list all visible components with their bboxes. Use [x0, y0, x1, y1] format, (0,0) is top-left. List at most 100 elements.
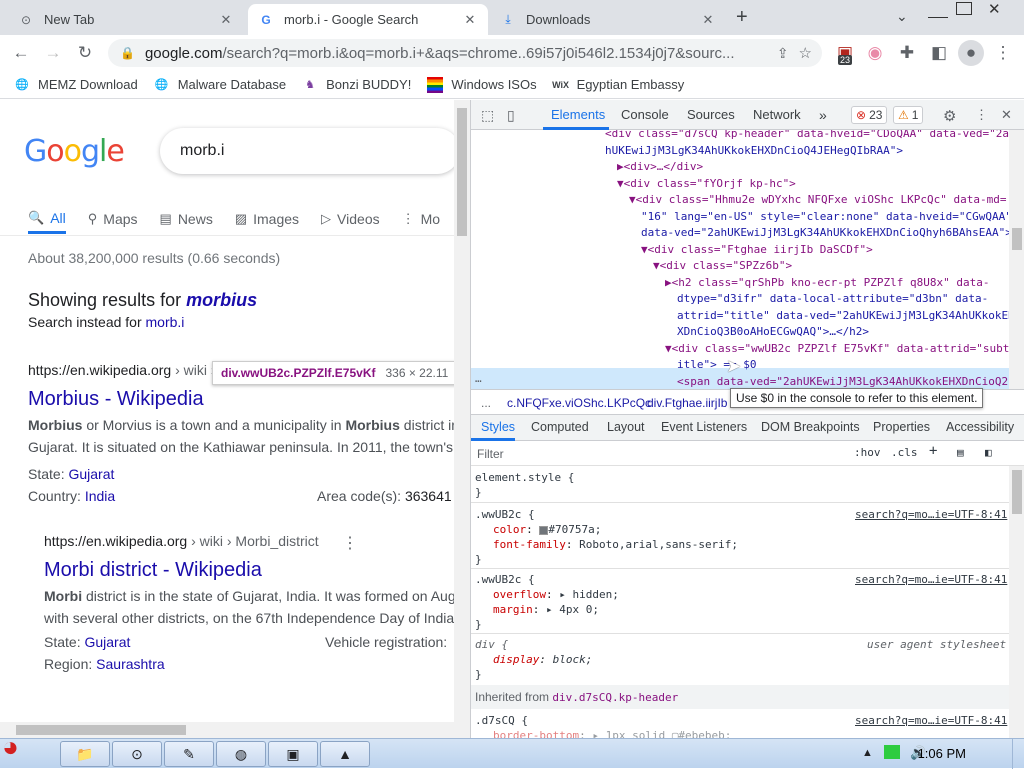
tray-expand-icon[interactable]: ▲: [862, 747, 873, 759]
tab-videos[interactable]: ▷ Videos: [321, 204, 380, 234]
dom-node-line[interactable]: ▶<div>…</div>: [617, 159, 703, 175]
rule-source-link[interactable]: search?q=mo…ie=UTF-8:41: [855, 507, 1007, 522]
result-url[interactable]: https://en.wikipedia.org › wiki › Morbi_…: [44, 533, 319, 549]
tab-downloads[interactable]: ⤓ Downloads ✕: [490, 4, 726, 35]
dom-node-line[interactable]: ▼<div class="fYOrjf kp-hc">: [617, 176, 796, 192]
bookmark-star-icon[interactable]: ☆: [799, 44, 812, 62]
new-tab-icon[interactable]: +: [736, 6, 748, 29]
page-vertical-scrollbar[interactable]: [454, 100, 470, 738]
share-icon[interactable]: ⇪: [777, 45, 789, 62]
side-panel-icon[interactable]: ◧: [926, 40, 952, 66]
dom-node-line[interactable]: ▼<div class="SPZz6b">: [653, 258, 792, 274]
dom-node-line[interactable]: ▼<div class="Hhmu2e wDYxhc NFQFxe viOShc…: [629, 192, 1007, 208]
profile-avatar-icon[interactable]: ●: [958, 40, 984, 66]
menu-kebab-icon[interactable]: ⋮: [990, 40, 1016, 66]
close-tab-icon[interactable]: ✕: [700, 12, 716, 28]
tab-news[interactable]: ▤ News: [160, 204, 213, 234]
bookmark-malware-db[interactable]: 🌐 Malware Database: [154, 77, 286, 93]
fact-link[interactable]: Gujarat: [84, 634, 130, 650]
computed-styles-icon[interactable]: ▤: [957, 446, 964, 459]
fact-link[interactable]: India: [85, 488, 115, 504]
search-input[interactable]: morb.i: [160, 128, 460, 174]
close-tab-icon[interactable]: ✕: [218, 12, 234, 28]
dom-node-line[interactable]: ▶<h2 class="qrShPb kno-ecr-pt PZPZlf q8U…: [665, 275, 990, 291]
devtools-tab-sources[interactable]: Sources: [687, 107, 735, 122]
tab-maps[interactable]: ⚲ Maps: [88, 204, 138, 234]
bookmark-bonzi[interactable]: ♞ Bonzi BUDDY!: [302, 77, 411, 93]
taskbar-tool-icon[interactable]: ✎: [164, 741, 214, 767]
dom-scrollbar[interactable]: [1009, 130, 1024, 392]
corrected-term-link[interactable]: morbius: [186, 290, 257, 310]
address-bar[interactable]: 🔒 google.com/search?q=morb.i&oq=morb.i+&…: [108, 39, 822, 67]
dom-node-line[interactable]: "16" lang="en-US" style="clear:none" dat…: [641, 209, 1009, 225]
tab-more[interactable]: ⋮ Mo: [402, 204, 440, 234]
close-devtools-icon[interactable]: ✕: [1001, 107, 1012, 123]
scroll-thumb[interactable]: [1012, 470, 1022, 514]
tab-accessibility[interactable]: Accessibility: [946, 420, 1014, 434]
dom-node-line[interactable]: <div class="d7sCQ kp-header" data-hveid=…: [605, 130, 1009, 142]
taskbar-chrome-icon[interactable]: ⊙: [112, 741, 162, 767]
restore-icon[interactable]: [956, 2, 972, 15]
result-menu-icon[interactable]: ⋮: [342, 533, 358, 553]
breadcrumb-item[interactable]: div.Ftghae.iirjIb: [647, 396, 727, 410]
warnings-badge[interactable]: ⚠ 1: [893, 106, 924, 124]
more-tabs-chevron-icon[interactable]: »: [819, 107, 827, 123]
forward-icon[interactable]: →: [40, 40, 66, 66]
device-toolbar-icon[interactable]: ▯: [507, 107, 515, 124]
tab-search-icon[interactable]: ⌄: [896, 8, 908, 25]
cls-toggle[interactable]: .cls: [891, 446, 918, 459]
bookmark-windows-isos[interactable]: Windows ISOs: [427, 76, 537, 93]
tab-google-search[interactable]: G morb.i - Google Search ✕: [248, 4, 488, 35]
node-ellipsis-icon[interactable]: …: [475, 372, 482, 385]
rule-selector[interactable]: .d7sCQ {: [475, 713, 528, 728]
dom-node-line[interactable]: dtype="d3ifr" data-local-attribute="d3bn…: [677, 291, 988, 307]
dom-node-line[interactable]: data-ved="2ahUKEwiJjM3LgK34AhUKkokEHXDnC…: [641, 225, 1009, 241]
rule-selector[interactable]: element.style {: [475, 470, 574, 485]
extensions-puzzle-icon[interactable]: ✚: [894, 40, 920, 66]
tab-properties[interactable]: Properties: [873, 420, 930, 434]
taskbar-vlc-icon[interactable]: ▲: [320, 741, 370, 767]
breadcrumb-item[interactable]: c.NFQFxe.viOShc.LKPcQc: [507, 396, 651, 410]
rule-selector[interactable]: div {: [475, 637, 508, 652]
close-tab-icon[interactable]: ✕: [462, 12, 478, 28]
lock-icon[interactable]: 🔒: [120, 46, 135, 60]
filter-input[interactable]: Filter: [477, 447, 504, 461]
fact-link[interactable]: Gujarat: [68, 466, 114, 482]
scroll-thumb[interactable]: [1012, 228, 1022, 250]
tab-layout[interactable]: Layout: [607, 420, 645, 434]
rule-selector[interactable]: .wwUB2c {: [475, 572, 535, 587]
rule-prop[interactable]: font-family: Roboto,arial,sans-serif;: [493, 537, 738, 552]
style-rules[interactable]: element.style { } .wwUB2c { search?q=mo……: [471, 466, 1009, 738]
rule-prop[interactable]: display: block;: [493, 652, 592, 667]
hov-toggle[interactable]: :hov: [854, 446, 881, 459]
inherited-node-link[interactable]: div.d7sCQ.kp-header: [552, 691, 678, 704]
taskbar-explorer-icon[interactable]: 📁: [60, 741, 110, 767]
rule-source-link[interactable]: search?q=mo…ie=UTF-8:41: [855, 572, 1007, 587]
page-horizontal-scrollbar[interactable]: [0, 722, 454, 738]
styles-scrollbar[interactable]: [1009, 466, 1024, 738]
reload-icon[interactable]: ↻: [72, 40, 98, 66]
devtools-tab-elements[interactable]: Elements: [551, 107, 605, 122]
close-window-icon[interactable]: ✕: [988, 0, 1001, 18]
devtools-tab-console[interactable]: Console: [621, 107, 669, 122]
sidebar-toggle-icon[interactable]: ◧: [985, 446, 992, 459]
dom-node-line[interactable]: ▼<div class="wwUB2c PZPZlf E75vKf" data-…: [665, 341, 1009, 357]
tab-all[interactable]: 🔍 All: [28, 204, 66, 234]
result-title-link[interactable]: Morbius - Wikipedia: [28, 388, 204, 411]
inspect-element-icon[interactable]: ⬚: [481, 107, 494, 124]
tab-dom-breakpoints[interactable]: DOM Breakpoints: [761, 420, 860, 434]
rule-selector[interactable]: .wwUB2c {: [475, 507, 535, 522]
rule-prop[interactable]: color: #70757a;: [493, 522, 601, 537]
dom-node-line[interactable]: ▼<div class="Ftghae iirjIb DaSCDf">: [641, 242, 873, 258]
dom-node-line[interactable]: itle"> == $0: [677, 357, 756, 373]
tab-event-listeners[interactable]: Event Listeners: [661, 420, 747, 434]
angry-bird-start-icon[interactable]: ◕: [2, 731, 50, 769]
dom-tree[interactable]: … <div class="d7sCQ kp-header" data-hvei…: [471, 130, 1009, 392]
devtools-menu-icon[interactable]: ⋮: [975, 107, 988, 123]
extension-flag-icon[interactable]: ◉: [862, 40, 888, 66]
original-term-link[interactable]: morb.i: [146, 314, 185, 330]
taskbar-clock[interactable]: 1:06 PM: [918, 746, 966, 761]
breadcrumb-more[interactable]: ...: [481, 396, 491, 410]
fact-link[interactable]: Saurashtra: [96, 656, 164, 672]
rule-source-link[interactable]: search?q=mo…ie=UTF-8:41: [855, 713, 1007, 728]
